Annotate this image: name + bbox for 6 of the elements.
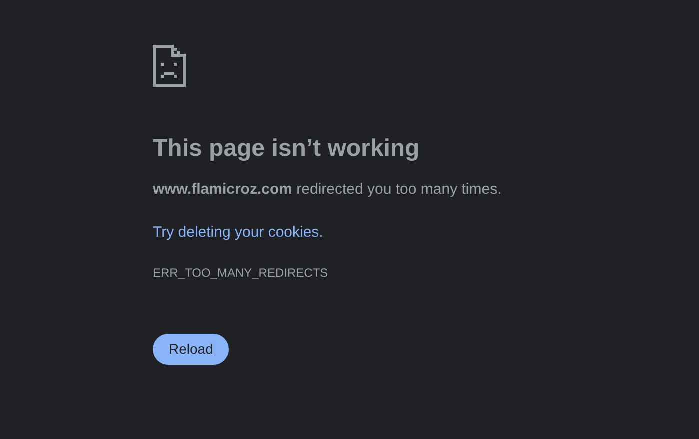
error-message: www.flamicroz.com redirected you too many times.: [153, 180, 502, 200]
suggestion-link[interactable]: Try deleting your cookies.: [153, 222, 324, 244]
page-title: This page isn’t working: [153, 134, 420, 164]
reload-button[interactable]: Reload: [153, 334, 230, 365]
error-code: ERR_TOO_MANY_REDIRECTS: [153, 265, 328, 282]
sad-page-icon: [153, 45, 186, 87]
